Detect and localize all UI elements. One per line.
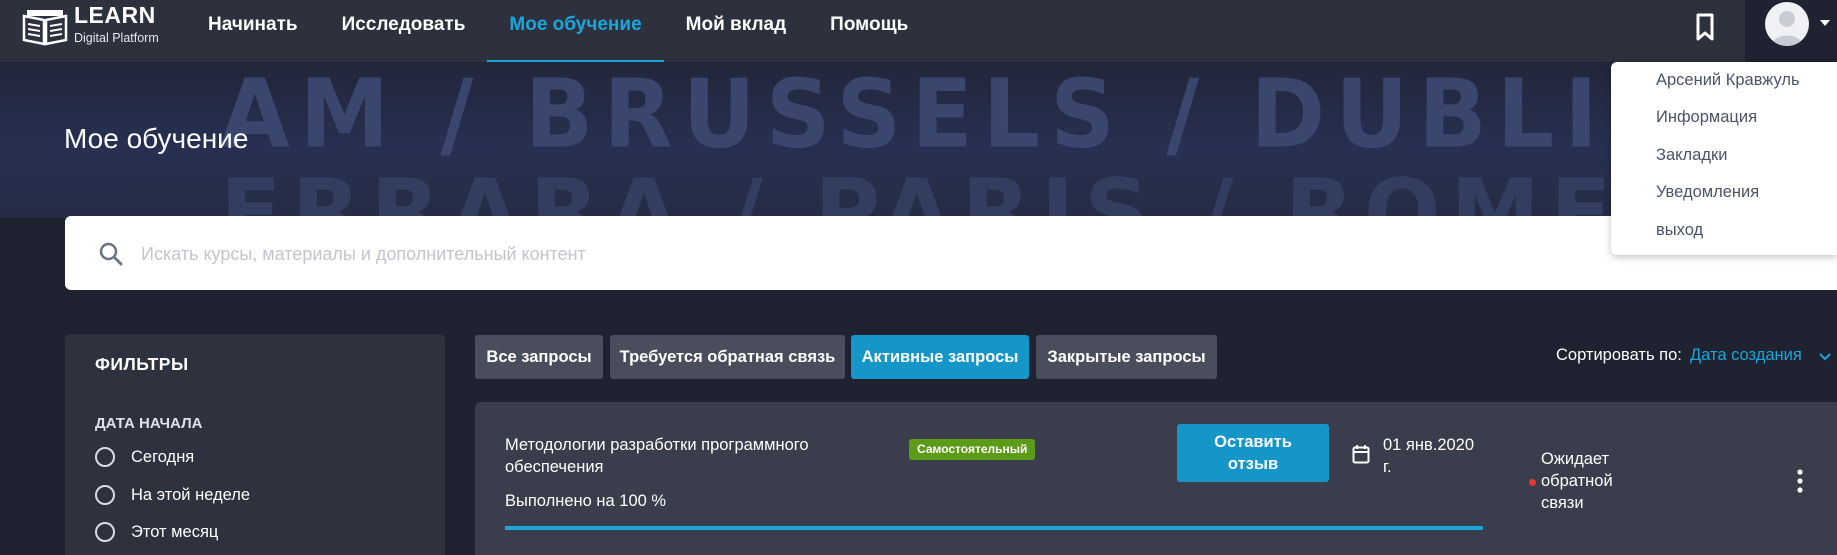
tab-feedback-required[interactable]: Требуется обратная связь xyxy=(610,335,845,379)
user-dropdown-menu: Арсений Кравжуль Информация Закладки Уве… xyxy=(1611,62,1837,255)
main-nav: Начинать Исследовать Мое обучение Мой вк… xyxy=(186,0,930,62)
bookmark-icon[interactable] xyxy=(1690,12,1720,42)
sort-dropdown[interactable]: Дата создания xyxy=(1690,346,1802,365)
hero-board-row-1: AM / BRUSSELS / DUBLIN / POTSDAM xyxy=(220,62,1837,170)
nav-my-learning[interactable]: Мое обучение xyxy=(487,0,664,62)
top-navigation-bar: LEARN Digital Platform Начинать Исследов… xyxy=(0,0,1837,62)
filter-option-label: Сегодня xyxy=(131,447,195,466)
avatar[interactable] xyxy=(1765,2,1809,46)
brand-text: LEARN Digital Platform xyxy=(74,4,159,45)
progress-bar xyxy=(505,526,1483,530)
leave-feedback-label: Оставить отзыв xyxy=(1214,433,1292,473)
hero-banner: AM / BRUSSELS / DUBLIN / POTSDAM ERRARA … xyxy=(0,62,1837,218)
filter-option-label: Этот месяц xyxy=(131,522,219,541)
menu-item-username[interactable]: Арсений Кравжуль xyxy=(1656,71,1800,90)
menu-item-notifications[interactable]: Уведомления xyxy=(1656,183,1759,202)
filter-option-today[interactable]: Сегодня xyxy=(95,444,194,470)
caret-down-icon[interactable] xyxy=(1820,20,1830,26)
page-title: Мое обучение xyxy=(64,123,249,154)
filter-option-this-month[interactable]: Этот месяц xyxy=(95,519,218,545)
leave-feedback-button[interactable]: Оставить отзыв xyxy=(1177,424,1329,482)
menu-item-logout[interactable]: выход xyxy=(1656,221,1703,240)
nav-start[interactable]: Начинать xyxy=(186,0,320,62)
tab-closed-requests[interactable]: Закрытые запросы xyxy=(1036,335,1217,379)
progress-bar-fill xyxy=(505,526,1483,530)
search-icon xyxy=(99,242,123,266)
filter-section-start-date: ДАТА НАЧАЛА xyxy=(95,415,203,432)
brand-logo[interactable]: LEARN Digital Platform xyxy=(22,4,159,54)
hero-departure-board-image: AM / BRUSSELS / DUBLIN / POTSDAM ERRARA … xyxy=(220,62,1837,218)
filter-option-label: На этой неделе xyxy=(131,485,251,504)
hero-board-row-2: ERRARA / PARIS / ROME / OSLO / F xyxy=(220,160,1837,218)
search-input[interactable] xyxy=(139,236,1643,272)
user-silhouette-icon xyxy=(1771,11,1803,46)
progress-label: Выполнено на 100 % xyxy=(505,492,667,510)
nav-help[interactable]: Помощь xyxy=(808,0,930,62)
search-bar xyxy=(65,216,1837,290)
filter-option-this-week[interactable]: На этой неделе xyxy=(95,482,250,508)
tab-active-requests[interactable]: Активные запросы xyxy=(851,335,1029,379)
brand-subtitle: Digital Platform xyxy=(74,31,159,45)
nav-explore[interactable]: Исследовать xyxy=(320,0,488,62)
calendar-icon xyxy=(1352,445,1370,464)
menu-item-info[interactable]: Информация xyxy=(1656,108,1757,127)
menu-item-bookmarks[interactable]: Закладки xyxy=(1656,146,1727,165)
request-card: Методологии разработки программного обес… xyxy=(475,402,1837,555)
course-type-badge: Самостоятельный xyxy=(909,439,1036,460)
filters-panel: ФИЛЬТРЫ ДАТА НАЧАЛА Сегодня На этой неде… xyxy=(65,334,445,555)
status-indicator-dot xyxy=(1529,479,1536,486)
open-book-icon xyxy=(22,10,68,46)
filters-title: ФИЛЬТРЫ xyxy=(95,354,189,374)
brand-name: LEARN xyxy=(74,2,156,28)
sort-label: Сортировать по: xyxy=(1556,346,1682,364)
request-status: Ожидает обратной связи xyxy=(1541,450,1613,512)
request-date: 01 янв.2020 г. xyxy=(1383,436,1475,476)
radio-button[interactable] xyxy=(95,447,115,467)
radio-button[interactable] xyxy=(95,485,115,505)
chevron-down-icon[interactable] xyxy=(1818,350,1832,364)
more-options-icon[interactable] xyxy=(1797,469,1803,493)
tab-all-requests[interactable]: Все запросы xyxy=(475,335,603,379)
nav-my-contribution[interactable]: Мой вклад xyxy=(664,0,809,62)
radio-button[interactable] xyxy=(95,522,115,542)
course-title[interactable]: Методологии разработки программного обес… xyxy=(505,434,875,478)
user-menu-toggle[interactable] xyxy=(1745,0,1837,62)
